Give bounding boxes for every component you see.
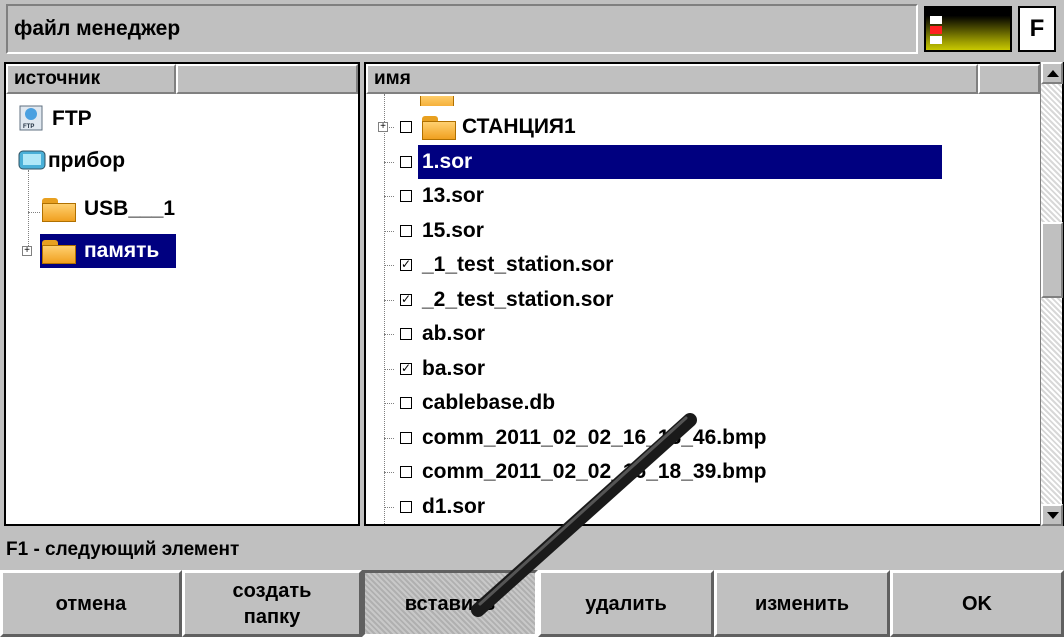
file-item[interactable]: _2_test_station.sor (418, 283, 978, 317)
create-folder-button[interactable]: создать папку (182, 570, 362, 637)
tree-line (384, 368, 394, 370)
file-label: ba.sor (422, 356, 486, 380)
file-item[interactable]: 13.sor (418, 179, 978, 213)
checkbox-checked[interactable]: ✓ (400, 362, 412, 375)
file-item[interactable]: cablebase.db (418, 386, 978, 420)
scroll-thumb[interactable] (1041, 222, 1063, 298)
rename-button[interactable]: изменить (714, 570, 890, 637)
arrow-up-icon (1047, 70, 1059, 77)
cancel-button[interactable]: отмена (0, 570, 182, 637)
tree-line (384, 230, 394, 232)
file-item[interactable]: 1.sor (418, 144, 942, 179)
column-header-empty[interactable] (978, 64, 1040, 94)
file-label: comm_2011_02_02_16_18_46.bmp (422, 425, 767, 449)
function-key-indicator: F (1018, 6, 1056, 52)
file-label: ab.sor (422, 322, 486, 345)
source-item-usb[interactable]: USB___1 (40, 192, 240, 226)
file-item[interactable]: comm_2011_02_02_16_18_39.bmp (418, 455, 978, 489)
ok-button[interactable]: OK (890, 570, 1064, 637)
checkbox-checked[interactable]: ✓ (400, 293, 412, 306)
ok-label: OK (962, 592, 992, 615)
tree-line (384, 196, 394, 197)
file-item[interactable]: ab.sor (418, 317, 978, 351)
tree-line (384, 94, 385, 524)
checkbox-checked[interactable]: ✓ (400, 258, 412, 271)
create-folder-label-line2: папку (243, 605, 301, 628)
status-hint: F1 - следующий элемент (0, 530, 1064, 570)
expand-icon[interactable]: + (378, 122, 388, 132)
paste-label: вставить (404, 592, 496, 615)
source-item-ftp[interactable]: FTP FTP (16, 102, 216, 136)
column-header-empty[interactable] (176, 64, 358, 94)
folder-icon (42, 198, 76, 222)
delete-label: удалить (585, 592, 667, 615)
device-icon (18, 150, 46, 170)
checkbox-unchecked[interactable] (400, 155, 412, 168)
expand-icon[interactable]: + (22, 246, 32, 256)
delete-button[interactable]: удалить (538, 570, 714, 637)
tree-line (384, 506, 394, 508)
source-item-memory[interactable]: память (40, 234, 176, 268)
file-label: d1.sor (422, 494, 486, 518)
tree-line (384, 265, 394, 266)
tree-line (384, 403, 394, 404)
file-item[interactable]: ba.sor (418, 352, 978, 386)
file-label: 1.sor (422, 149, 473, 173)
file-item[interactable]: comm_2011_02_02_16_18_46.bmp (418, 421, 978, 455)
checkbox-unchecked[interactable] (400, 328, 412, 340)
scroll-down-button[interactable] (1041, 504, 1063, 526)
file-item[interactable]: d1.sor (418, 490, 978, 524)
checkbox-unchecked[interactable] (400, 190, 412, 202)
folder-icon (420, 96, 454, 106)
tree-line (384, 472, 394, 473)
file-item[interactable]: _1_test_station.sor (418, 248, 978, 282)
vertical-scrollbar[interactable] (1040, 62, 1063, 526)
rename-label: изменить (754, 592, 850, 615)
arrow-down-icon (1047, 512, 1059, 519)
scroll-up-button[interactable] (1041, 62, 1063, 84)
source-panel[interactable]: источник FTP FTP прибор USB___1 + память (4, 62, 360, 526)
file-label: 13.sor (422, 184, 484, 207)
folder-icon (422, 116, 456, 140)
tree-line (384, 334, 394, 335)
checkbox-unchecked[interactable] (400, 397, 412, 409)
file-label: СТАНЦИЯ1 (462, 115, 576, 138)
paste-button[interactable]: вставить (362, 570, 538, 637)
file-label: cablebase.db (422, 391, 556, 414)
checkbox-unchecked[interactable] (400, 121, 412, 133)
source-label: память (84, 239, 160, 262)
svg-text:FTP: FTP (23, 124, 34, 130)
tree-line (384, 161, 394, 163)
checkbox-unchecked[interactable] (400, 500, 412, 513)
source-item-device[interactable]: прибор (16, 144, 216, 178)
tree-line (384, 299, 394, 301)
checkbox-unchecked[interactable] (400, 224, 412, 237)
folder-icon (42, 240, 76, 264)
file-item[interactable]: 15.sor (418, 214, 978, 248)
source-label: FTP (52, 107, 92, 130)
tree-line (384, 437, 394, 439)
file-list-panel[interactable]: имя + СТАНЦИЯ1 1.sor 13.sor 15.sor ✓ _1_test_s… (364, 62, 1064, 526)
source-label: USB___1 (84, 197, 176, 220)
file-label: comm_2011_02_02_16_18_39.bmp (422, 460, 767, 483)
signal-level-indicator (924, 6, 1012, 52)
tree-line (28, 212, 40, 213)
cancel-label: отмена (55, 592, 127, 615)
column-header-name[interactable]: имя (366, 64, 978, 94)
create-folder-label-line1: создать (232, 579, 312, 602)
source-label: прибор (48, 149, 126, 172)
checkbox-unchecked[interactable] (400, 431, 412, 444)
folder-item[interactable]: СТАНЦИЯ1 (418, 110, 978, 144)
file-label: _2_test_station.sor (422, 287, 614, 311)
window-title: файл менеджер (6, 4, 918, 54)
file-label: _1_test_station.sor (422, 253, 614, 276)
file-label: 15.sor (422, 218, 484, 242)
checkbox-unchecked[interactable] (400, 466, 412, 478)
column-header-source[interactable]: источник (6, 64, 176, 94)
ftp-icon: FTP (19, 105, 43, 131)
